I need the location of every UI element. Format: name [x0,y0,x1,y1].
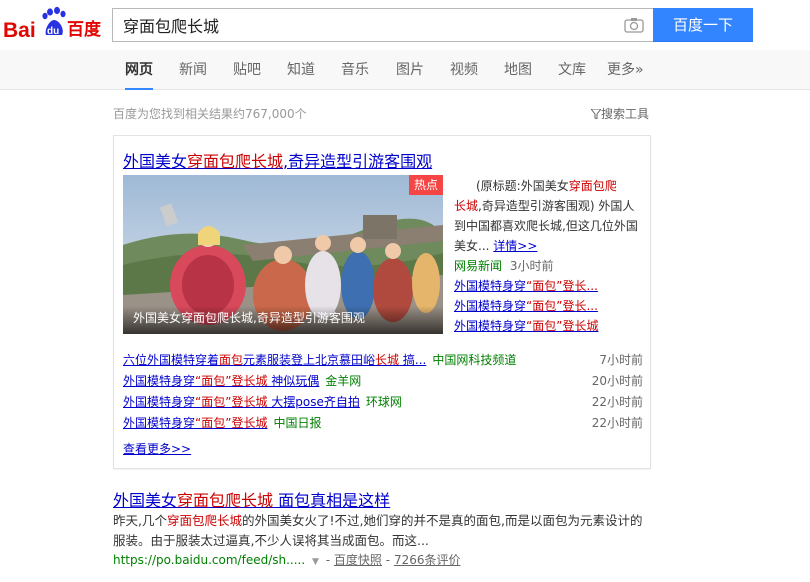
hot-badge: 热点 [409,175,443,195]
details-link[interactable]: 详情>> [493,239,537,253]
news-list-time: 7小时前 [599,353,643,367]
filter-icon [589,108,603,120]
svg-text:百度: 百度 [67,19,102,40]
tab-wenku[interactable]: 文库 [558,50,586,90]
dropdown-arrow-icon[interactable]: ▼ [312,557,319,567]
side-news-link[interactable]: 外国模特身穿“面包”登长... [454,277,598,294]
news-list-link[interactable]: 外国模特身穿“面包”登长城 神似玩偶 [123,374,319,388]
news-source-time: 3小时前 [509,259,554,273]
news-list-time: 22小时前 [591,416,643,430]
tab-map[interactable]: 地图 [504,50,532,90]
news-list-source: 中国日报 [273,416,322,430]
result-url: https://po.baidu.com/feed/sh..... [113,553,306,567]
svg-text:du: du [47,26,59,37]
news-list-item: 外国模特身穿“面包”登长城 神似玩偶 金羊网 20小时前 [123,371,643,392]
news-list-time: 20小时前 [591,374,643,388]
result-title[interactable]: 外国美女穿面包爬长城 面包真相是这样 [113,487,390,511]
result-url-line: https://po.baidu.com/feed/sh..... ▼ - 百度… [113,553,461,567]
news-list-item: 六位外国模特穿着面包元素服装登上北京慕田峪长城 搞... 中国网科技频道 7小时前 [123,350,643,371]
snapshot-link[interactable]: 百度快照 [334,553,382,567]
news-card: 外国美女穿面包爬长城,奇异造型引游客围观 热点 外国美女穿面包爬长城,奇异造型引… [113,135,651,469]
news-image[interactable]: 热点 外国美女穿面包爬长城,奇异造型引游客围观 [123,175,443,334]
news-list-time: 22小时前 [591,395,643,409]
search-button[interactable]: 百度一下 [653,8,753,42]
news-source: 网易新闻 3小时前 [454,256,553,276]
more-news-link[interactable]: 查看更多>> [123,440,191,457]
news-source-name: 网易新闻 [454,259,503,273]
search-tools-label: 搜索工具 [601,107,650,121]
news-list-source: 金羊网 [325,374,362,388]
news-card-title[interactable]: 外国美女穿面包爬长城,奇异造型引游客围观 [123,148,432,172]
tab-news[interactable]: 新闻 [179,50,207,90]
baidu-logo[interactable]: Bai du 百度 [3,5,105,42]
news-list-source: 环球网 [365,395,402,409]
tab-images[interactable]: 图片 [396,50,424,90]
search-input[interactable] [113,9,603,41]
svg-text:Bai: Bai [3,19,36,41]
search-tabs: 网页 新闻 贴吧 知道 音乐 图片 视频 地图 文库 更多» [0,50,810,90]
tab-more[interactable]: 更多» [607,50,644,90]
header: Bai du 百度 百度一下 [0,0,810,50]
side-news-link[interactable]: 外国模特身穿“面包”登长... [454,297,598,314]
tab-music[interactable]: 音乐 [341,50,369,90]
image-caption: 外国美女穿面包爬长城,奇异造型引游客围观 [123,306,443,334]
side-news-link[interactable]: 外国模特身穿“面包”登长城 [454,317,598,334]
news-list-link[interactable]: 六位外国模特穿着面包元素服装登上北京慕田峪长城 搞... [123,353,426,367]
tab-zhidao[interactable]: 知道 [287,50,315,90]
news-list-item: 外国模特身穿“面包”登长城 中国日报 22小时前 [123,413,643,434]
search-box[interactable] [112,8,654,42]
tab-video[interactable]: 视频 [450,50,478,90]
search-tools-button[interactable]: 搜索工具 [589,105,650,122]
tab-web[interactable]: 网页 [125,50,153,90]
news-list-link[interactable]: 外国模特身穿“面包”登长城 [123,416,267,430]
reviews-link[interactable]: 7266条评价 [394,553,461,567]
news-list-link[interactable]: 外国模特身穿“面包”登长城 大摆pose齐自拍 [123,395,360,409]
news-list-item: 外国模特身穿“面包”登长城 大摆pose齐自拍 环球网 22小时前 [123,392,643,413]
tab-tieba[interactable]: 贴吧 [233,50,261,90]
result-count: 百度为您找到相关结果约767,000个 [113,107,307,121]
news-list-source: 中国网科技频道 [432,353,517,367]
result-abstract: 昨天,几个穿面包爬长城的外国美女火了!不过,她们穿的并不是真的面包,而是以面包为… [113,513,643,548]
camera-icon[interactable] [624,17,644,33]
news-abstract: (原标题:外国美女穿面包爬 长城,奇异造型引游客围观) 外国人到中国都喜欢爬长城,… [454,179,638,253]
